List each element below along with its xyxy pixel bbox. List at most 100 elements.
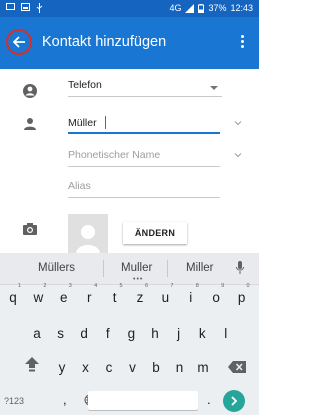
key-b[interactable]: b [146, 354, 166, 380]
page-title: Kontakt hinzufügen [42, 34, 167, 50]
phonetic-name-field[interactable]: Phonetischer Name [68, 149, 160, 161]
key-number-hint: 3 [68, 283, 72, 289]
key-label: c [105, 360, 113, 375]
space-bar[interactable] [88, 391, 198, 410]
message-icon [6, 3, 15, 10]
key-number-hint: 5 [119, 283, 123, 289]
clock: 12:43 [230, 3, 253, 13]
key-h[interactable]: h [145, 320, 165, 346]
key-label: p [237, 290, 246, 305]
comma-key[interactable]: , [63, 392, 67, 407]
alias-field[interactable]: Alias [68, 180, 91, 192]
key-label: s [57, 326, 64, 341]
chevron-right-icon [231, 396, 238, 406]
symbols-key[interactable]: ?123 [4, 396, 24, 406]
suggestion-3[interactable]: Miller [186, 262, 213, 274]
key-t[interactable]: 5t [105, 283, 125, 310]
key-v[interactable]: v [123, 354, 143, 380]
key-i[interactable]: 8i [181, 283, 201, 310]
key-label: k [198, 326, 206, 341]
key-number-hint: 8 [195, 283, 199, 289]
phone-type-select[interactable]: Telefon [68, 79, 102, 91]
phonetic-name-underline [68, 166, 220, 167]
status-right: 4G 37% 12:43 [169, 3, 253, 13]
key-label: a [33, 326, 41, 341]
key-label: v [129, 360, 136, 375]
go-button[interactable] [223, 390, 245, 412]
key-label: g [127, 326, 136, 341]
microphone-icon[interactable] [236, 261, 244, 274]
alias-underline [68, 197, 220, 198]
key-z[interactable]: 6z [130, 283, 150, 310]
backspace-icon[interactable] [228, 361, 246, 373]
period-key[interactable]: . [207, 392, 211, 407]
key-c[interactable]: c [99, 354, 119, 380]
key-m[interactable]: m [193, 354, 213, 380]
suggestion-divider [167, 260, 168, 277]
key-label: l [224, 326, 228, 341]
key-x[interactable]: x [76, 354, 96, 380]
key-label: m [197, 360, 209, 375]
key-label: q [9, 290, 17, 305]
key-label: o [212, 290, 220, 305]
key-l[interactable]: l [216, 320, 236, 346]
more-suggestions-icon[interactable]: ••• [133, 276, 143, 283]
key-label: u [161, 290, 170, 305]
key-label: n [175, 360, 184, 375]
key-label: j [177, 326, 181, 341]
key-q[interactable]: 1q [3, 283, 23, 310]
name-field[interactable]: Müller [68, 117, 97, 129]
expand-name-icon[interactable] [234, 119, 242, 127]
app-bar: Kontakt hinzufügen [0, 17, 259, 69]
key-r[interactable]: 4r [79, 283, 99, 310]
key-d[interactable]: d [74, 320, 94, 346]
key-number-hint: 4 [94, 283, 98, 289]
key-label: h [151, 326, 159, 341]
key-j[interactable]: j [169, 320, 189, 346]
key-e[interactable]: 3e [54, 283, 74, 310]
key-label: e [60, 290, 68, 305]
more-options-icon[interactable] [241, 33, 245, 50]
key-label: w [33, 290, 44, 305]
key-label: x [82, 360, 89, 375]
phone-type-underline [68, 96, 222, 97]
key-number-hint: 1 [17, 283, 21, 289]
key-number-hint: 9 [221, 283, 225, 289]
avatar-placeholder-icon [76, 225, 100, 254]
key-w[interactable]: 2w [28, 283, 48, 310]
key-label: b [152, 360, 160, 375]
notification-icons [6, 3, 43, 13]
change-photo-button[interactable]: ÄNDERN [123, 222, 187, 244]
key-number-hint: 0 [246, 283, 250, 289]
key-label: z [136, 290, 144, 305]
key-p[interactable]: 0p [232, 283, 252, 310]
key-u[interactable]: 7u [155, 283, 175, 310]
shift-icon[interactable] [25, 357, 39, 372]
text-cursor [105, 116, 106, 129]
key-s[interactable]: s [51, 320, 71, 346]
key-label: y [58, 360, 66, 375]
suggestion-2[interactable]: Muller [121, 262, 152, 274]
key-y[interactable]: y [52, 354, 72, 380]
key-g[interactable]: g [121, 320, 141, 346]
usb-icon [36, 3, 43, 13]
key-k[interactable]: k [192, 320, 212, 346]
expand-phonetic-icon[interactable] [234, 151, 242, 159]
contact-photo[interactable] [68, 214, 108, 254]
back-button[interactable] [6, 29, 32, 55]
key-number-hint: 2 [43, 283, 47, 289]
name-field-underline [68, 132, 220, 134]
key-a[interactable]: a [27, 320, 47, 346]
key-number-hint: 7 [170, 283, 174, 289]
dropdown-arrow-icon[interactable] [210, 84, 218, 92]
arrow-back-icon [12, 36, 25, 48]
key-o[interactable]: 9o [206, 283, 226, 310]
key-label: f [105, 326, 110, 341]
battery-percent: 37% [208, 3, 227, 13]
suggestion-1[interactable]: Müllers [38, 262, 75, 274]
key-n[interactable]: n [170, 354, 190, 380]
key-f[interactable]: f [98, 320, 118, 346]
status-bar: 4G 37% 12:43 [0, 0, 259, 17]
keyboard: Müllers Muller ••• Miller 1q2w3e4r5t6z7u… [0, 253, 259, 415]
key-label: t [112, 290, 117, 305]
